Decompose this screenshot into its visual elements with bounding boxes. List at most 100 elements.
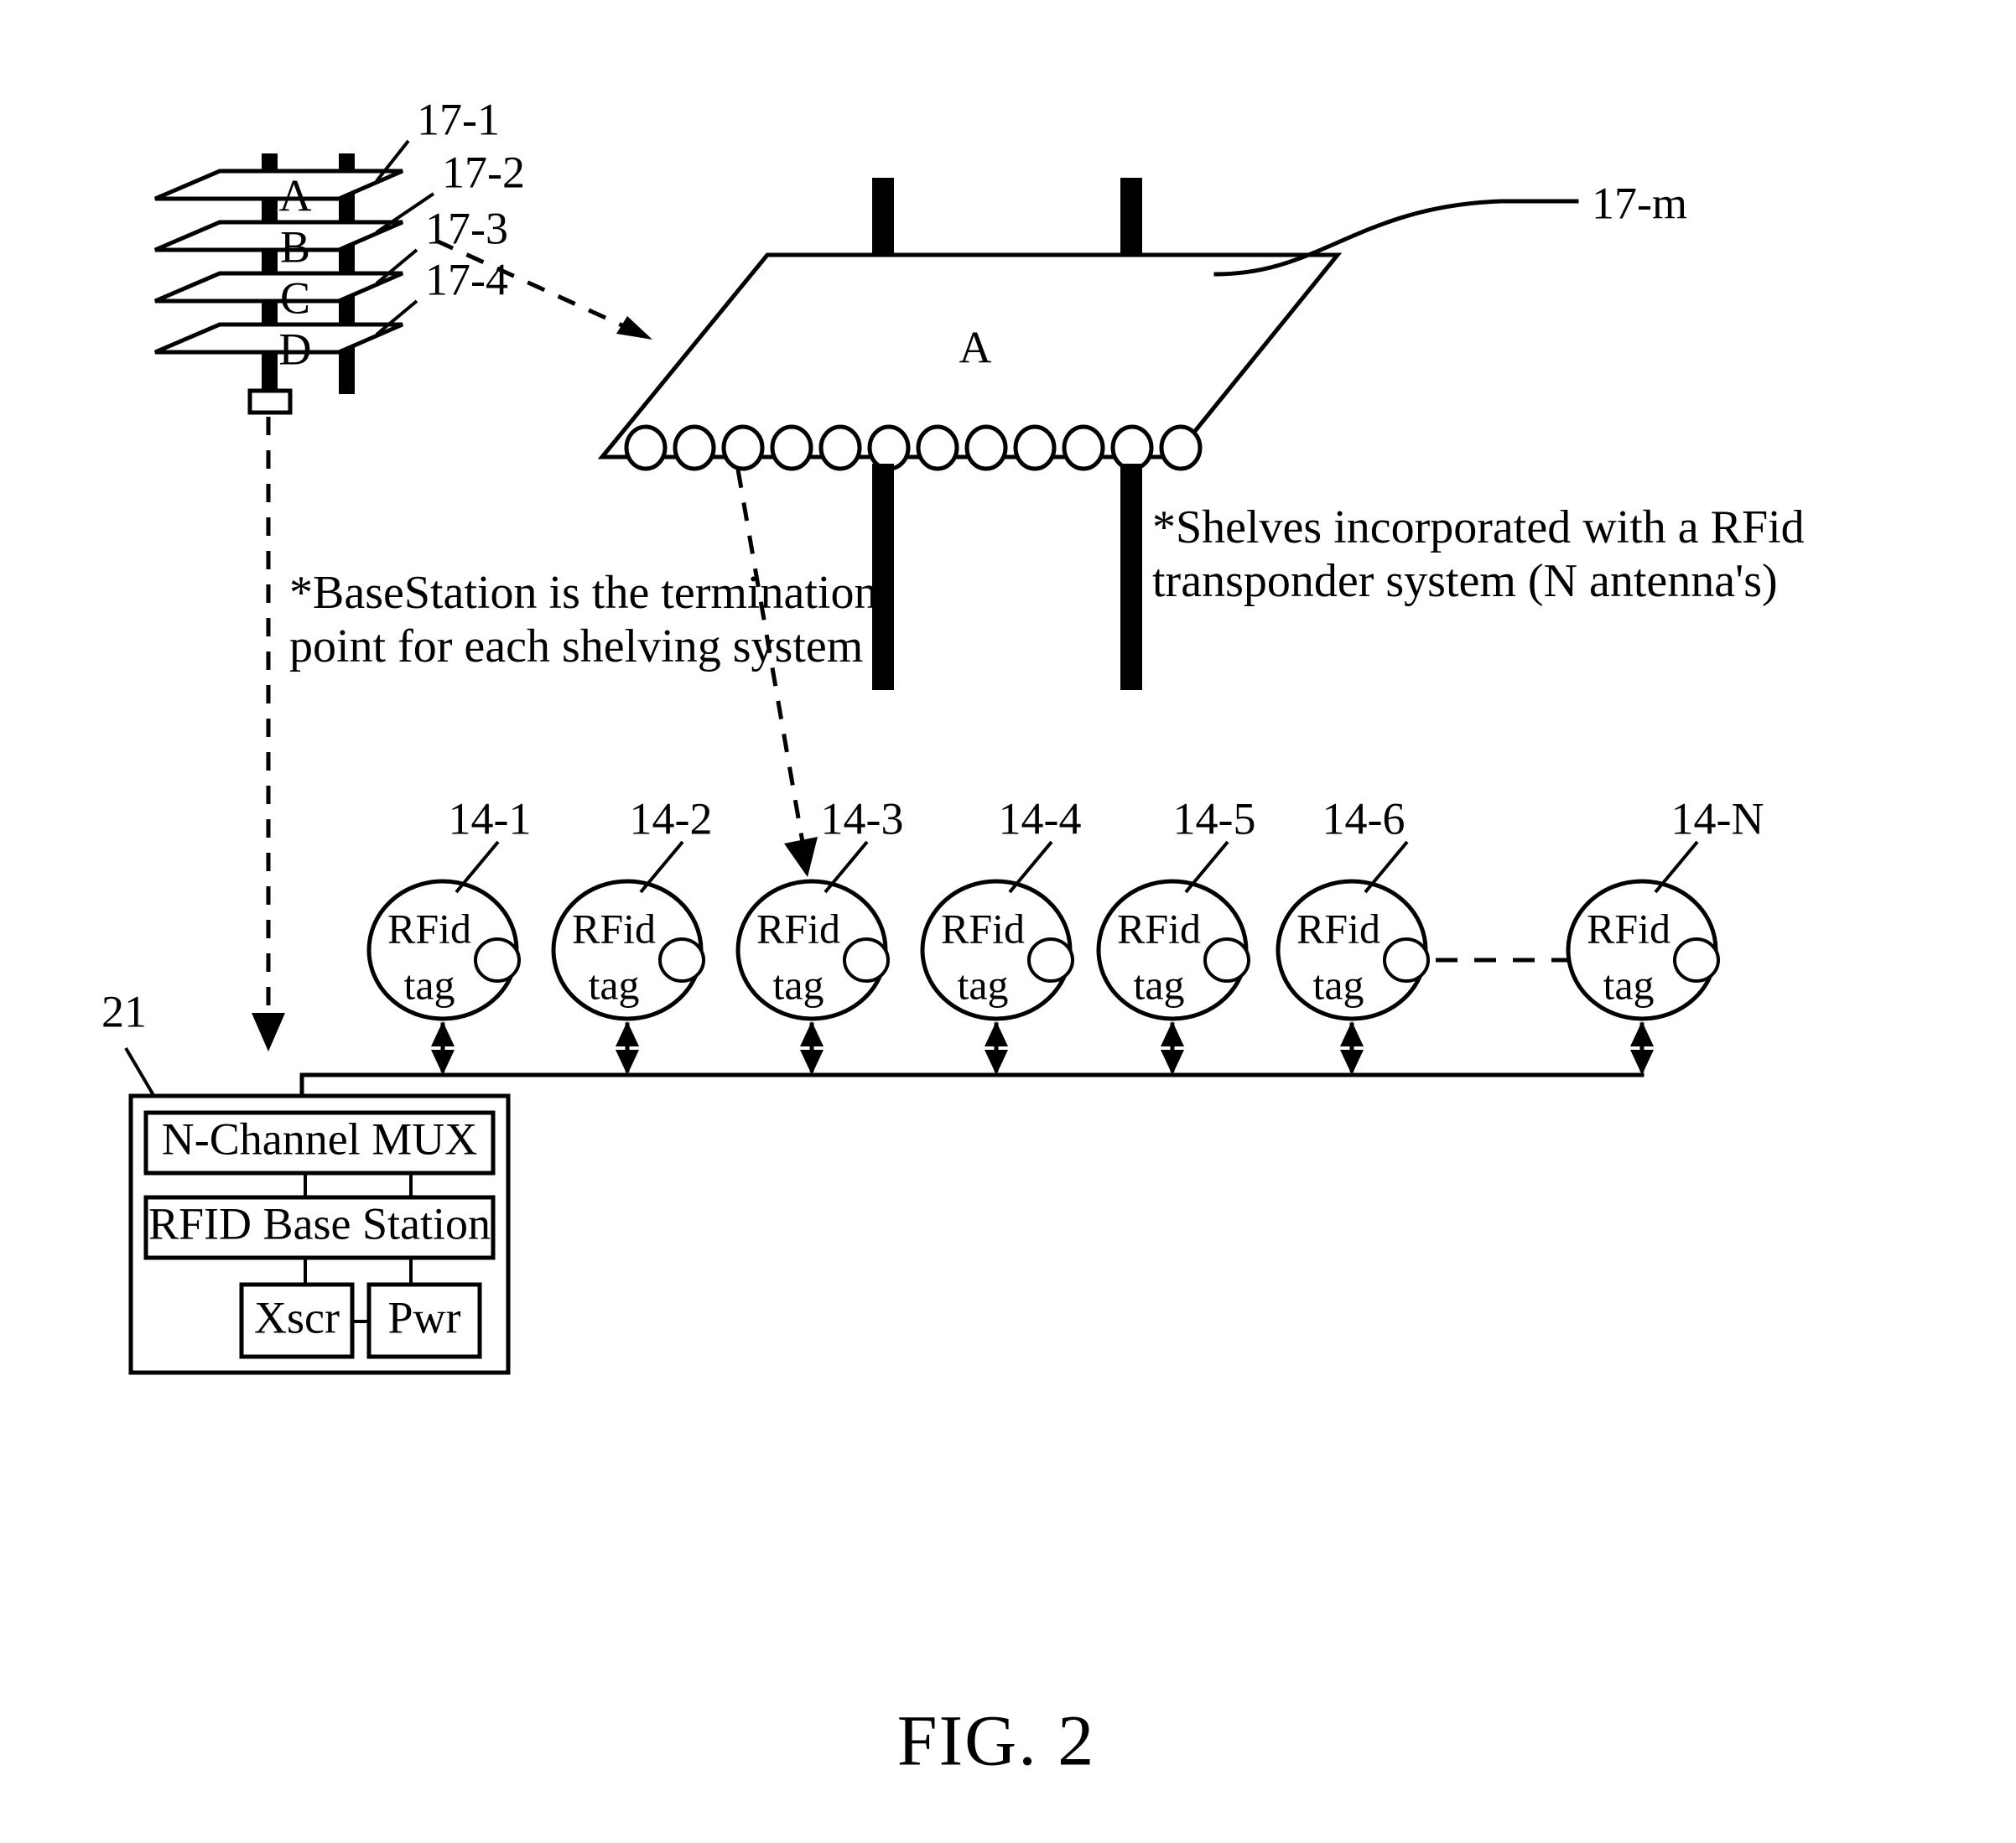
- figure-2-diagram: A 17-1 B 17-2 C 17-3 D 17-4 A 17-m *Shel…: [101, 94, 1805, 1781]
- patent-figure: A 17-1 B 17-2 C 17-3 D 17-4 A 17-m *Shel…: [0, 0, 2016, 1843]
- rfid-tag-row: RFid tag 14-1 RFid tag 14-2 RFid tag 14-…: [366, 793, 1764, 1075]
- leader-tag: [824, 840, 869, 894]
- antenna-circle: [721, 424, 765, 471]
- tag-link-arrow-up: [1161, 1021, 1184, 1046]
- tag-antenna-dot: [474, 937, 521, 983]
- tag-antenna-dot: [1383, 937, 1430, 983]
- tag-label-line2: tag: [588, 961, 639, 1008]
- pointer-arrowhead: [616, 316, 652, 340]
- leader-tag: [639, 840, 684, 894]
- tag-label-line1: RFid: [1296, 905, 1380, 952]
- tag-link-arrow-down: [985, 1050, 1008, 1075]
- mux-label: N-Channel MUX: [162, 1114, 477, 1164]
- stack-leg-right: [339, 352, 355, 394]
- tag-link-arrow-up: [616, 1021, 639, 1046]
- tag-antenna-dot: [843, 937, 890, 983]
- tag-label-line2: tag: [1603, 961, 1654, 1008]
- figure-caption: FIG. 2: [897, 1700, 1096, 1781]
- ref-17-3: 17-3: [425, 203, 508, 253]
- antenna-circle: [1159, 424, 1203, 471]
- antenna-circle: [964, 424, 1008, 471]
- pwr-label: Pwr: [387, 1292, 460, 1342]
- tag-label-line2: tag: [403, 961, 455, 1008]
- shelf-label-c: C: [280, 273, 310, 323]
- large-shelf-leg-right: [1120, 464, 1142, 690]
- ref-14-6: 14-6: [1322, 793, 1405, 844]
- tag-antenna-dot: [1027, 937, 1074, 983]
- shelf-label-a: A: [279, 170, 312, 221]
- large-shelf-label: A: [959, 322, 992, 372]
- rfid-base-station-label: RFID Base Station: [148, 1198, 491, 1249]
- tag-label-line1: RFid: [387, 905, 471, 952]
- tag-label-line2: tag: [1133, 961, 1184, 1008]
- tag-link-arrow-down: [1630, 1050, 1654, 1075]
- leader-tag: [1654, 840, 1699, 894]
- note-shelves: *Shelves incorporated with a RFid transp…: [1152, 501, 1805, 607]
- rfid-tag: RFid tag 14-1: [366, 793, 531, 1075]
- rfid-tag: RFid tag 14-2: [551, 793, 713, 1075]
- rfid-tag: RFid tag 14-4: [920, 793, 1082, 1075]
- antenna-circle: [624, 424, 668, 471]
- pointer-antenna-to-tag-14-3: [735, 469, 818, 877]
- stack-leg-left: [262, 352, 278, 394]
- ref-17-2: 17-2: [442, 147, 525, 197]
- antenna-circle: [770, 424, 813, 471]
- ref-14-N: 14-N: [1671, 793, 1764, 844]
- tag-label-line1: RFid: [941, 905, 1025, 952]
- shelf-plate-a: A: [154, 169, 403, 221]
- tag-link-arrow-down: [1161, 1050, 1184, 1075]
- tag-label-line1: RFid: [756, 905, 840, 952]
- antenna-circle: [916, 424, 959, 471]
- shelf-stack: A 17-1 B 17-2 C 17-3 D 17-4: [154, 94, 525, 415]
- antenna-circle: [1013, 424, 1057, 471]
- tag-label-line1: RFid: [1117, 905, 1201, 952]
- tag-label-line1: RFid: [1587, 905, 1670, 952]
- note-basestation-line1: *BaseStation is the termination: [289, 567, 877, 619]
- antenna-circle: [867, 424, 911, 471]
- tag-antenna-dot: [1203, 937, 1250, 983]
- ref-14-5: 14-5: [1173, 793, 1256, 844]
- tag-link-arrow-down: [431, 1050, 455, 1075]
- ref-21: 21: [101, 986, 147, 1036]
- note-basestation-line2: point for each shelving system: [289, 620, 863, 672]
- leader-tag: [455, 840, 500, 894]
- tag-label-line2: tag: [772, 961, 824, 1008]
- tag-link-arrow-up: [1630, 1021, 1654, 1046]
- ref-17-4: 17-4: [425, 254, 508, 304]
- tag-link-arrow-up: [800, 1021, 824, 1046]
- rfid-tag: RFid tag 14-N: [1566, 793, 1764, 1075]
- tag-label-line2: tag: [957, 961, 1008, 1008]
- ref-14-3: 14-3: [821, 793, 904, 844]
- rfid-tag: RFid tag 14-6: [1276, 793, 1430, 1075]
- tag-link-arrow-up: [985, 1021, 1008, 1046]
- tag-link-arrow-up: [1340, 1021, 1364, 1046]
- leader-tag: [1184, 840, 1229, 894]
- xscr-label: Xscr: [254, 1292, 340, 1342]
- leader-17-3: [375, 248, 418, 285]
- note-shelves-line1: *Shelves incorporated with a RFid: [1152, 501, 1805, 553]
- pointer-connector-to-basestation: [252, 417, 285, 1051]
- note-shelves-line2: transponder system (N antenna's): [1152, 555, 1778, 607]
- antenna-circle: [673, 424, 716, 471]
- large-shelf-post-top-left: [872, 178, 894, 255]
- tag-link-arrow-down: [800, 1050, 824, 1075]
- ref-14-4: 14-4: [999, 793, 1082, 844]
- leader-tag: [1364, 840, 1409, 894]
- tag-link-arrow-down: [616, 1050, 639, 1075]
- antenna-circle: [818, 424, 862, 471]
- shelf-plate-b: B: [154, 220, 403, 272]
- base-station-connector-icon: [247, 388, 293, 415]
- rfid-tag: RFid tag 14-5: [1096, 793, 1256, 1075]
- tag-antenna-dot: [1673, 937, 1720, 983]
- shelf-label-b: B: [280, 221, 310, 272]
- shelf-plate-c: C: [154, 271, 403, 323]
- tag-antenna-dot: [658, 937, 705, 983]
- ref-14-2: 14-2: [630, 793, 713, 844]
- pointer-arrowhead: [252, 1013, 285, 1051]
- tag-label-line2: tag: [1312, 961, 1364, 1008]
- tag-label-line1: RFid: [572, 905, 656, 952]
- note-basestation: *BaseStation is the termination point fo…: [289, 567, 877, 672]
- pointer-arrowhead: [784, 837, 818, 877]
- tag-link-arrow-down: [1340, 1050, 1364, 1075]
- antenna-circle: [1110, 424, 1154, 471]
